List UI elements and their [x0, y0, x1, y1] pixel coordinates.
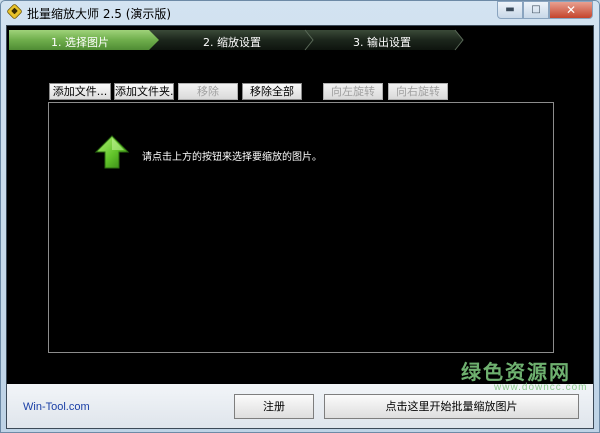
maximize-icon: □ [531, 4, 541, 15]
window-controls: ▬ □ ✕ [497, 1, 593, 19]
window-title: 批量缩放大师 2.5 (演示版) [27, 7, 172, 21]
add-file-button[interactable]: 添加文件... [49, 83, 111, 100]
watermark-text: 绿色资源网 [461, 360, 571, 384]
rotate-right-button[interactable]: 向右旋转 [388, 83, 448, 100]
close-button[interactable]: ✕ [549, 1, 593, 19]
image-list[interactable]: 请点击上方的按钮来选择要缩放的图片。 [48, 102, 554, 353]
remove-button[interactable]: 移除 [178, 83, 238, 100]
up-arrow-icon [94, 135, 130, 169]
wizard-steps: 1. 选择图片 2. 缩放设置 3. 输出设置 [7, 28, 593, 52]
app-window: 批量缩放大师 2.5 (演示版) ▬ □ ✕ 1. 选择图片 2. 缩放设置 3… [0, 0, 600, 433]
maximize-button[interactable]: □ [523, 1, 549, 19]
start-resize-button[interactable]: 点击这里开始批量缩放图片 [324, 394, 579, 419]
rotate-left-button[interactable]: 向左旋转 [323, 83, 383, 100]
empty-list-hint: 请点击上方的按钮来选择要缩放的图片。 [142, 152, 322, 163]
minimize-icon: ▬ [505, 4, 515, 15]
add-folder-button[interactable]: 添加文件夹... [114, 83, 174, 100]
app-logo-icon [6, 3, 23, 20]
step-1-label[interactable]: 1. 选择图片 [51, 34, 109, 50]
title-bar[interactable]: 批量缩放大师 2.5 (演示版) ▬ □ ✕ [1, 1, 599, 23]
close-icon: ✕ [565, 3, 577, 17]
watermark-url: www.downcc.com [494, 382, 588, 393]
register-button[interactable]: 注册 [234, 394, 314, 419]
minimize-button[interactable]: ▬ [497, 1, 523, 19]
step-3-label[interactable]: 3. 输出设置 [353, 34, 411, 50]
step-2-label[interactable]: 2. 缩放设置 [203, 34, 261, 50]
remove-all-button[interactable]: 移除全部 [242, 83, 302, 100]
website-link[interactable]: Win-Tool.com [23, 401, 90, 413]
